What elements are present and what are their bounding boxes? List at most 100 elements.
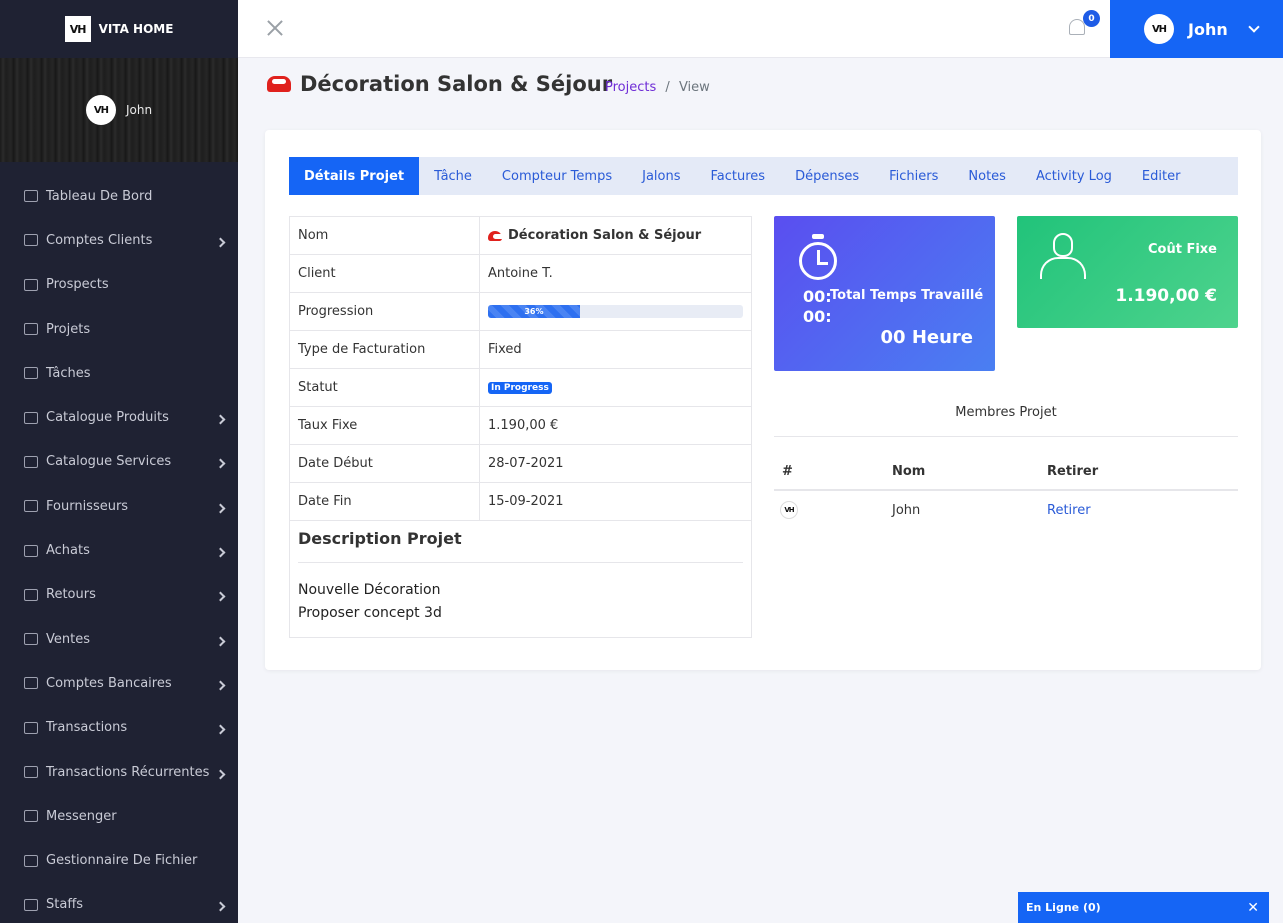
truck-icon bbox=[24, 500, 38, 513]
avatar[interactable]: VH bbox=[85, 95, 116, 125]
project-card: Détails Projet Tâche Compteur Temps Jalo… bbox=[265, 130, 1261, 670]
close-icon[interactable] bbox=[264, 17, 286, 39]
sidebar-item-comptes-bancaires[interactable]: Comptes Bancaires bbox=[0, 661, 238, 705]
brand[interactable]: VH VITA HOME bbox=[0, 0, 238, 58]
sidebar-item-label: Messenger bbox=[46, 808, 117, 824]
sidebar-item-tableau-de-bord[interactable]: Tableau De Bord bbox=[0, 174, 238, 218]
project-description: Description Projet Nouvelle Décoration P… bbox=[290, 521, 751, 637]
sidebar-item-comptes-clients[interactable]: Comptes Clients bbox=[0, 218, 238, 262]
sidebar-item-gestionnaire-de-fichier[interactable]: Gestionnaire De Fichier bbox=[0, 838, 238, 882]
table-header: # Nom Retirer bbox=[774, 453, 1238, 491]
receipt-icon bbox=[24, 721, 38, 734]
sidebar-item-catalogue-produits[interactable]: Catalogue Produits bbox=[0, 395, 238, 439]
avatar: VH bbox=[780, 501, 798, 519]
detail-key: Client bbox=[290, 255, 480, 292]
table-row: Taux Fixe 1.190,00 € bbox=[290, 407, 751, 445]
avatar: VH bbox=[1144, 14, 1174, 44]
sidebar-item-projets[interactable]: Projets bbox=[0, 307, 238, 351]
sidebar-item-transactions[interactable]: Transactions bbox=[0, 706, 238, 750]
chevron-right-icon bbox=[215, 636, 226, 647]
total-time-tile: 00: 00: Total Temps Travaillé 00 Heure bbox=[774, 216, 995, 371]
tab-depenses[interactable]: Dépenses bbox=[780, 157, 874, 195]
detail-key: Type de Facturation bbox=[290, 331, 480, 368]
table-row: Client Antoine T. bbox=[290, 255, 751, 293]
time-line: 00: bbox=[803, 287, 832, 306]
tab-details-projet[interactable]: Détails Projet bbox=[289, 157, 420, 195]
tab-tache[interactable]: Tâche bbox=[419, 157, 487, 195]
sidebar-item-catalogue-services[interactable]: Catalogue Services bbox=[0, 440, 238, 484]
close-icon[interactable]: ✕ bbox=[1247, 900, 1259, 916]
checkbox-icon bbox=[24, 367, 38, 380]
start-date-value: 28-07-2021 bbox=[488, 456, 564, 471]
sidebar-item-label: Projets bbox=[46, 321, 91, 337]
breadcrumb: Projects / View bbox=[605, 80, 710, 95]
tab-factures[interactable]: Factures bbox=[696, 157, 781, 195]
tab-fichiers[interactable]: Fichiers bbox=[874, 157, 953, 195]
sidebar-item-label: Ventes bbox=[46, 631, 90, 647]
project-details-table: Nom Décoration Salon & Séjour Client Ant… bbox=[289, 216, 752, 638]
return-icon bbox=[24, 588, 38, 601]
tab-editer[interactable]: Editer bbox=[1127, 157, 1196, 195]
user-menu-button[interactable]: VH John bbox=[1110, 0, 1283, 58]
chevron-right-icon bbox=[215, 547, 226, 558]
description-line: Proposer concept 3d bbox=[298, 605, 442, 621]
rate-value: 1.190,00 € bbox=[488, 418, 559, 433]
tab-jalons[interactable]: Jalons bbox=[627, 157, 695, 195]
fixed-cost-value: 1.190,00 € bbox=[1115, 286, 1217, 306]
sidebar-item-fournisseurs[interactable]: Fournisseurs bbox=[0, 484, 238, 528]
sidebar-profile: VH John bbox=[0, 58, 238, 162]
table-row: Date Début 28-07-2021 bbox=[290, 445, 751, 483]
time-counter: 00: 00: bbox=[803, 287, 832, 327]
tab-notes[interactable]: Notes bbox=[953, 157, 1021, 195]
remove-member-link[interactable]: Retirer bbox=[1047, 503, 1091, 518]
column-header: # bbox=[782, 463, 793, 479]
sidebar-item-ventes[interactable]: Ventes bbox=[0, 617, 238, 661]
online-chat-bar[interactable]: En Ligne (0) ✕ bbox=[1018, 892, 1269, 923]
sidebar-item-label: Achats bbox=[46, 543, 90, 559]
table-row: Statut In Progress bbox=[290, 369, 751, 407]
chevron-right-icon bbox=[215, 680, 226, 691]
notification-bell-icon[interactable]: 0 bbox=[1066, 10, 1100, 40]
folder-icon bbox=[24, 854, 38, 867]
tab-compteur-temps[interactable]: Compteur Temps bbox=[487, 157, 627, 195]
sidebar: VH VITA HOME VH John Tableau De Bord Com… bbox=[0, 0, 238, 923]
brand-logo: VH bbox=[64, 16, 91, 42]
wallet-icon bbox=[24, 766, 38, 778]
user-icon-head bbox=[1053, 233, 1073, 257]
breadcrumb-link-projects[interactable]: Projects bbox=[605, 80, 656, 95]
online-label: En Ligne (0) bbox=[1026, 901, 1101, 914]
car-icon bbox=[267, 76, 291, 92]
sidebar-item-label: Gestionnaire De Fichier bbox=[46, 853, 198, 869]
sidebar-item-transactions-recurrentes[interactable]: Transactions Récurrentes bbox=[0, 750, 238, 794]
book-icon bbox=[24, 455, 38, 468]
sidebar-item-achats[interactable]: Achats bbox=[0, 528, 238, 572]
bag-icon bbox=[24, 544, 38, 557]
page-title: Décoration Salon & Séjour bbox=[300, 72, 613, 96]
detail-key: Date Début bbox=[290, 445, 480, 482]
sidebar-item-messenger[interactable]: Messenger bbox=[0, 794, 238, 838]
chevron-right-icon bbox=[215, 503, 226, 514]
project-tabs: Détails Projet Tâche Compteur Temps Jalo… bbox=[289, 157, 1238, 195]
user-name: John bbox=[1188, 19, 1228, 39]
sidebar-nav: Tableau De Bord Comptes Clients Prospect… bbox=[0, 174, 238, 923]
sidebar-item-retours[interactable]: Retours bbox=[0, 573, 238, 617]
chevron-down-icon bbox=[1248, 21, 1260, 33]
chat-icon bbox=[24, 810, 38, 823]
time-line: 00: bbox=[803, 307, 832, 326]
detail-key: Progression bbox=[290, 293, 480, 330]
tab-activity-log[interactable]: Activity Log bbox=[1021, 157, 1127, 195]
phone-icon bbox=[24, 278, 38, 291]
project-name-value: Décoration Salon & Séjour bbox=[508, 228, 702, 243]
detail-key: Date Fin bbox=[290, 483, 480, 520]
chevron-right-icon bbox=[215, 414, 226, 425]
sidebar-item-label: Staffs bbox=[46, 897, 84, 913]
sidebar-item-prospects[interactable]: Prospects bbox=[0, 263, 238, 307]
sidebar-item-staffs[interactable]: Staffs bbox=[0, 883, 238, 923]
detail-key: Nom bbox=[290, 217, 480, 254]
user-icon bbox=[24, 898, 38, 911]
column-header: Retirer bbox=[1047, 463, 1099, 479]
car-icon bbox=[488, 230, 507, 241]
detail-key: Taux Fixe bbox=[290, 407, 480, 444]
sidebar-item-label: Tâches bbox=[46, 365, 91, 381]
sidebar-item-taches[interactable]: Tâches bbox=[0, 351, 238, 395]
